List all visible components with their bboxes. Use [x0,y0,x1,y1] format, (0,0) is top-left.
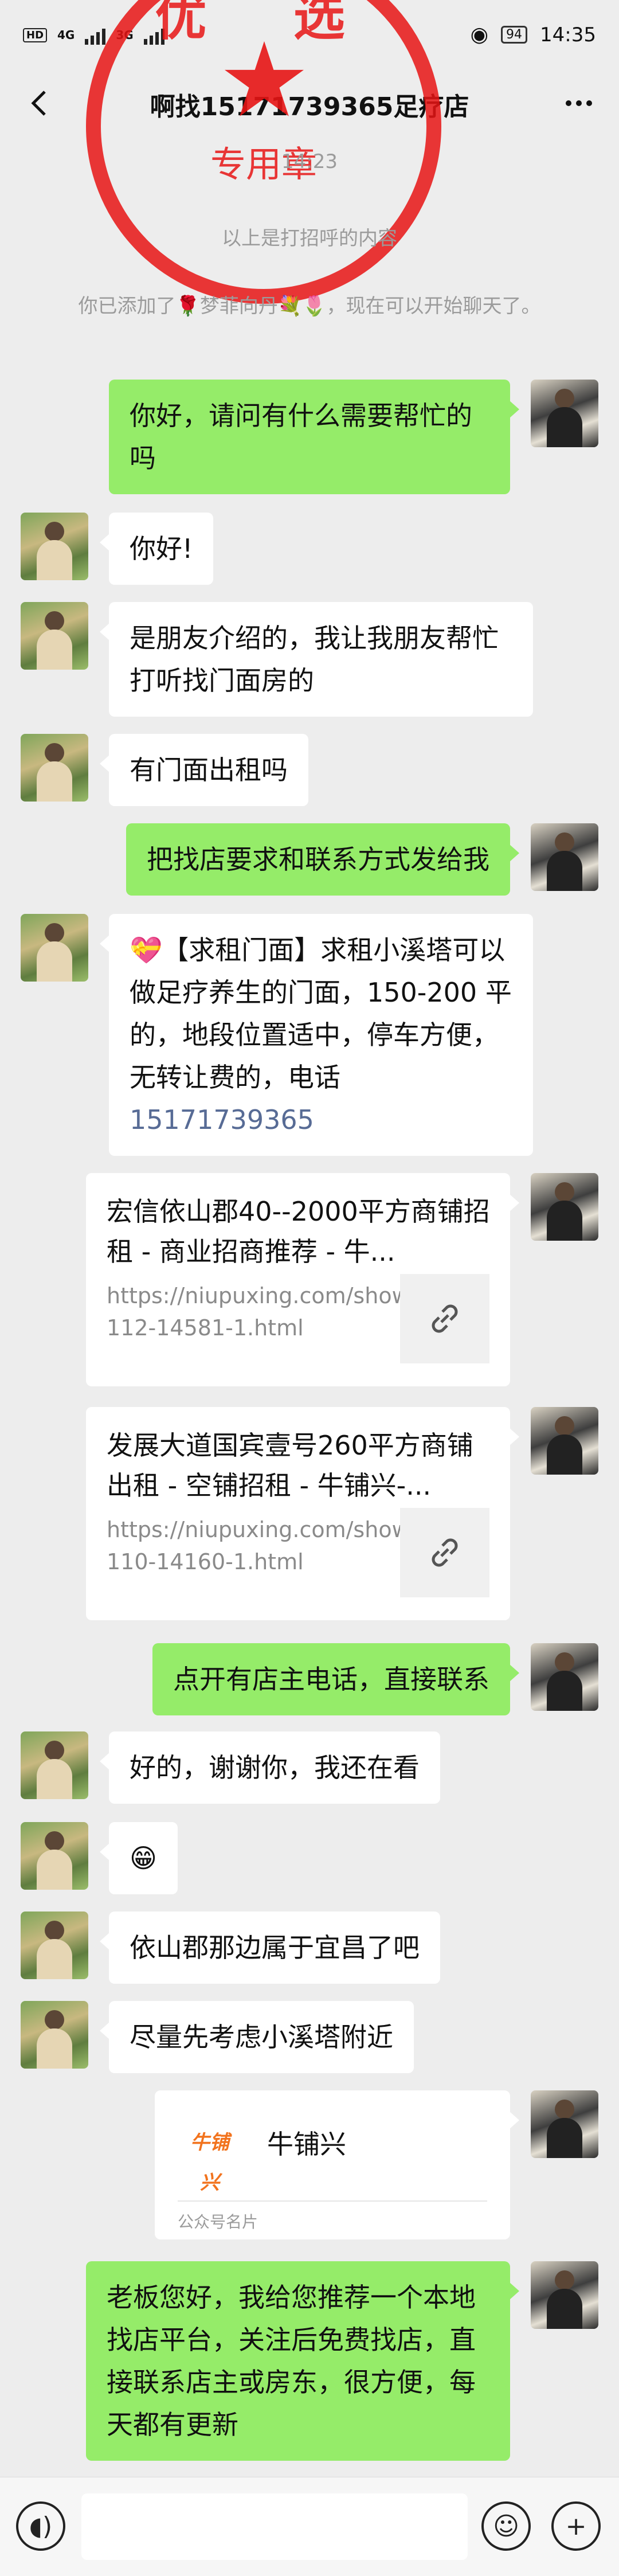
plus-icon[interactable]: + [551,2501,601,2551]
system-message-greeting: 以上是打招呼的内容 [222,227,397,250]
contact-avatar[interactable] [21,602,88,670]
link-card[interactable]: 发展大道国宾壹号260平方商铺出租 - 空铺招租 - 牛铺兴-... https… [86,1407,519,1620]
card-account-name: 牛铺兴 [267,2129,346,2160]
card-divider [178,2200,487,2202]
message-bubble[interactable]: 你好! [99,513,214,585]
contact-avatar[interactable] [21,914,88,982]
my-avatar[interactable] [531,380,598,447]
link-icon [400,1274,489,1363]
message-bubble[interactable]: 把找店要求和联系方式发给我 [126,823,519,896]
network-4g: 4G [57,28,75,42]
link-url: https://niupuxing.com/show-112-14581-1.h… [107,1283,418,1340]
contact-avatar[interactable] [21,513,88,580]
rental-request-text: 💝【求租门面】求租小溪塔可以做足疗养生的门面，150-200 平的，地段位置适中… [130,935,512,1093]
voice-icon[interactable]: ◖) [16,2501,65,2551]
signal-icon-2 [143,25,164,45]
link-card[interactable]: 宏信依山郡40--2000平方商铺招租 - 商业招商推荐 - 牛... http… [86,1173,519,1386]
message-bubble[interactable]: 有门面出租吗 [100,734,308,806]
official-account-card[interactable]: 牛铺兴 牛铺兴 公众号名片 [155,2090,519,2239]
more-dots-icon [566,100,592,106]
niupuxing-logo: 牛铺兴 [190,2131,229,2194]
my-avatar[interactable] [531,2090,598,2158]
link-title: 发展大道国宾壹号260平方商铺出租 - 空铺招租 - 牛铺兴-... [107,1430,473,1501]
contact-avatar[interactable] [21,734,88,802]
message-bubble[interactable]: 是朋友介绍的，我让我朋友帮忙打听找门面房的 [100,602,533,717]
contact-avatar[interactable] [21,1822,88,1890]
input-bar: ◖) ☺ + [0,2477,619,2576]
message-input[interactable] [81,2493,468,2560]
signal-icon [85,25,106,45]
link-title: 宏信依山郡40--2000平方商铺招租 - 商业招商推荐 - 牛... [107,1196,490,1267]
battery-icon: 94 [501,26,528,44]
contact-avatar[interactable] [21,2001,88,2069]
eye-icon: ◉ [470,23,489,46]
phone-number-link[interactable]: 15171739365 [130,1104,314,1135]
status-left: HD 4G 3G [23,25,164,45]
link-icon [400,1508,489,1597]
my-avatar[interactable] [531,2261,598,2329]
link-url: https://niupuxing.com/show-110-14160-1.h… [107,1517,418,1574]
my-avatar[interactable] [531,1407,598,1475]
system-message-added: 你已添加了🌹梦菲向丹💐🌷，现在可以开始聊天了。 [78,295,541,318]
contact-avatar[interactable] [21,1731,88,1799]
emoji-icon[interactable]: ☺ [481,2501,531,2551]
chat-title: 啊找15171739365足疗店 [150,92,469,122]
contact-avatar[interactable] [21,1912,88,1979]
message-bubble[interactable]: 老板您好，我给您推荐一个本地找店平台，关注后免费找店，直接联系店主或房东，很方便… [86,2261,519,2461]
my-avatar[interactable] [531,823,598,891]
network-3g: 3G [116,28,134,42]
message-bubble-emoji[interactable]: 😁 [100,1822,178,1894]
my-avatar[interactable] [531,1643,598,1711]
card-type-label: 公众号名片 [178,2213,258,2231]
nav-bar: 啊找15171739365足疗店 [0,69,619,138]
message-bubble[interactable]: 尽量先考虑小溪塔附近 [100,2001,414,2073]
status-right: ◉ 94 14:35 [471,23,596,46]
status-bar: HD 4G 3G ◉ 94 14:35 [0,0,619,69]
message-bubble-rental-request[interactable]: 💝【求租门面】求租小溪塔可以做足疗养生的门面，150-200 平的，地段位置适中… [100,914,533,1156]
more-button[interactable] [562,86,596,120]
message-bubble[interactable]: 你好，请问有什么需要帮忙的吗 [109,380,519,494]
clock: 14:35 [540,23,596,46]
message-bubble[interactable]: 依山郡那边属于宜昌了吧 [100,1912,440,1984]
message-bubble[interactable]: 点开有店主电话，直接联系 [152,1643,519,1715]
hd-badge: HD [23,28,48,42]
my-avatar[interactable] [531,1173,598,1241]
battery-level: 94 [506,28,523,42]
chat-timestamp: 14:23 [281,150,338,173]
message-bubble[interactable]: 好的，谢谢你，我还在看 [100,1731,440,1804]
